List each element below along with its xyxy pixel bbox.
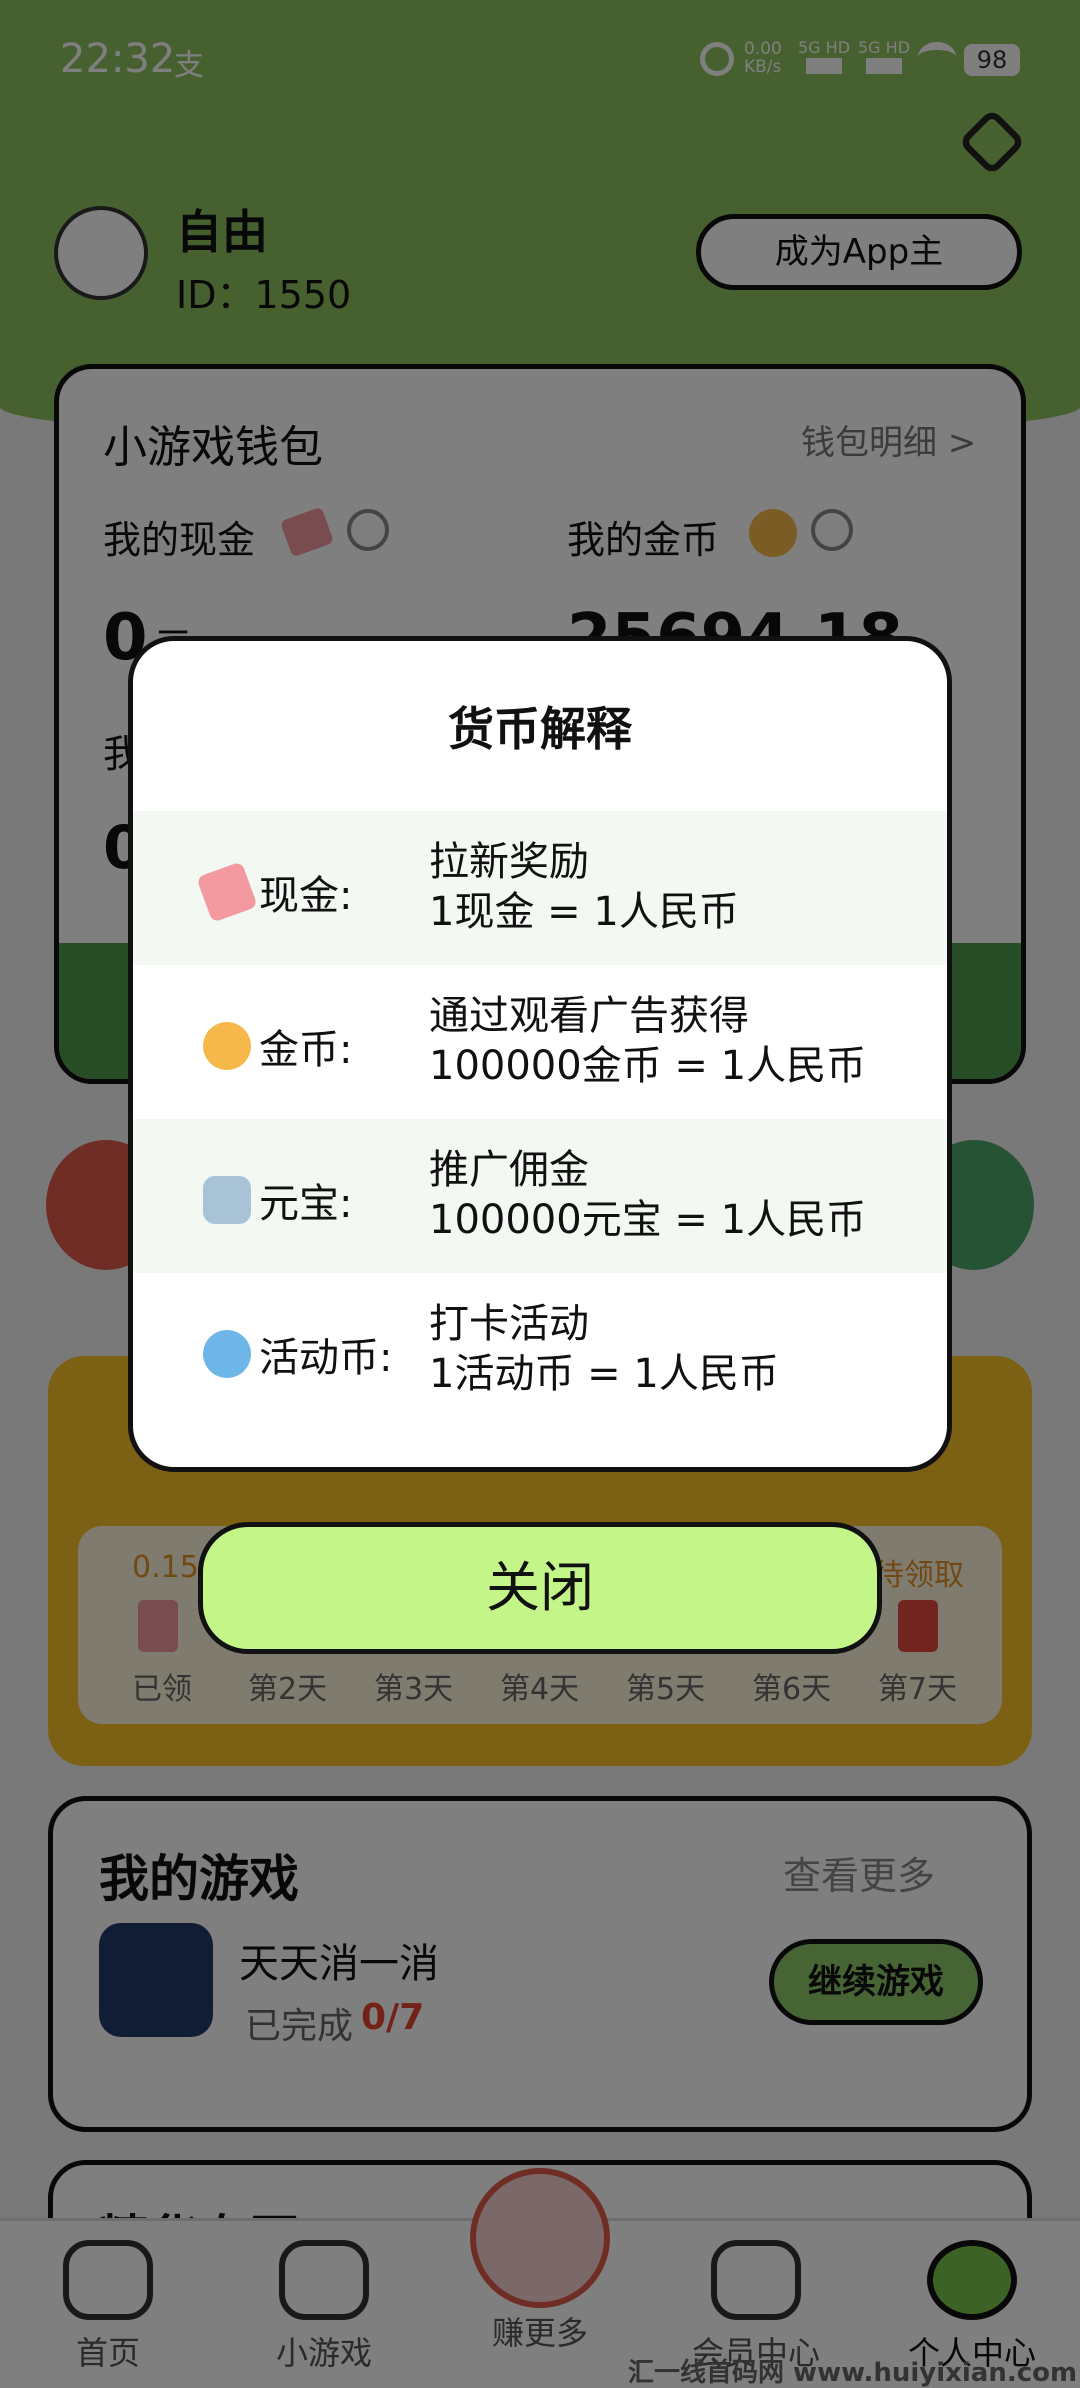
ingot-icon [203,1176,251,1224]
currency-label-group: 金币: [203,1017,352,1075]
currency-label: 现金: [259,873,353,919]
currency-desc-line1: 拉新奖励 [429,839,589,885]
currency-desc-line1: 通过观看广告获得 [429,993,749,1039]
currency-desc: 打卡活动 1活动币 = 1人民币 [429,1299,779,1399]
watermark: 汇一线首码网 www.huiyixian.com [628,2358,1078,2388]
currency-desc: 拉新奖励 1现金 = 1人民币 [429,837,739,937]
currency-row: 活动币: 打卡活动 1活动币 = 1人民币 [133,1273,947,1427]
currency-label-group: 现金: [196,861,353,923]
currency-label-group: 活动币: [203,1325,392,1383]
currency-desc-line2: 100000元宝 = 1人民币 [429,1197,867,1243]
currency-desc-line2: 1活动币 = 1人民币 [429,1351,779,1397]
currency-label: 活动币: [259,1335,393,1381]
modal-title: 货币解释 [448,702,632,756]
currency-explanation-modal: 货币解释 现金: 拉新奖励 1现金 = 1人民币 金币: 通过观看广告获得 10… [128,636,952,1472]
currency-desc: 通过观看广告获得 100000金币 = 1人民币 [429,991,866,1091]
currency-row: 现金: 拉新奖励 1现金 = 1人民币 [133,811,947,965]
currency-row: 元宝: 推广佣金 100000元宝 = 1人民币 [133,1119,947,1273]
currency-desc-line2: 100000金币 = 1人民币 [429,1043,867,1089]
activity-coin-icon [203,1330,251,1378]
currency-desc-line1: 打卡活动 [429,1301,589,1347]
currency-row: 金币: 通过观看广告获得 100000金币 = 1人民币 [133,965,947,1119]
cash-icon [196,861,258,923]
currency-desc: 推广佣金 100000元宝 = 1人民币 [429,1145,866,1245]
currency-desc-line2: 1现金 = 1人民币 [429,889,739,935]
currency-label: 元宝: [259,1181,353,1227]
gold-coin-icon [203,1022,251,1070]
currency-label-group: 元宝: [203,1171,352,1229]
close-button[interactable]: 关闭 [198,1522,882,1654]
currency-desc-line1: 推广佣金 [429,1147,589,1193]
currency-label: 金币: [259,1027,353,1073]
